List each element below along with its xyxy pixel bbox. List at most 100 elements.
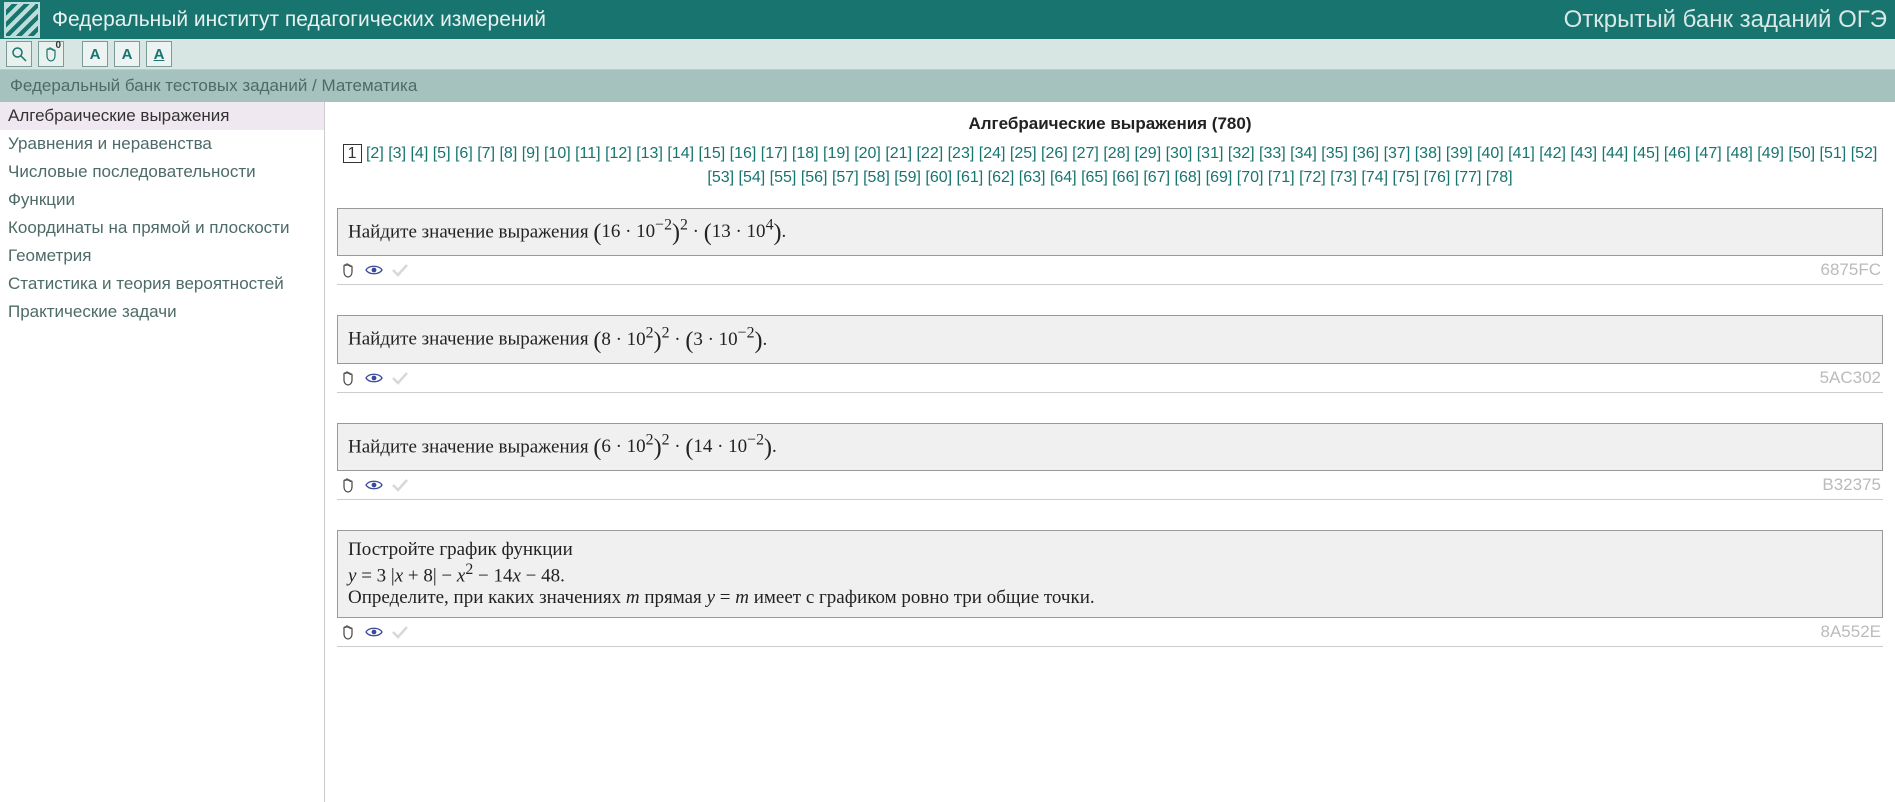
page-link[interactable]: [24] xyxy=(979,145,1006,162)
page-link[interactable]: [7] xyxy=(477,145,495,162)
page-link[interactable]: [62] xyxy=(988,169,1015,186)
page-link[interactable]: [77] xyxy=(1455,169,1482,186)
page-link[interactable]: [57] xyxy=(832,169,859,186)
page-link[interactable]: [13] xyxy=(636,145,663,162)
sidebar-item[interactable]: Уравнения и неравенства xyxy=(0,130,324,158)
page-link[interactable]: [31] xyxy=(1197,145,1224,162)
mark-task-button[interactable] xyxy=(391,623,409,641)
page-link[interactable]: [69] xyxy=(1206,169,1233,186)
page-link[interactable]: [44] xyxy=(1602,145,1629,162)
page-link[interactable]: [18] xyxy=(792,145,819,162)
view-task-button[interactable] xyxy=(365,369,383,387)
page-link[interactable]: [15] xyxy=(698,145,725,162)
page-link[interactable]: [14] xyxy=(667,145,694,162)
select-task-button[interactable] xyxy=(339,476,357,494)
page-link[interactable]: [68] xyxy=(1175,169,1202,186)
page-link[interactable]: [74] xyxy=(1361,169,1388,186)
page-link[interactable]: [34] xyxy=(1290,145,1317,162)
page-link[interactable]: [58] xyxy=(863,169,890,186)
page-link[interactable]: [36] xyxy=(1352,145,1379,162)
page-link[interactable]: [45] xyxy=(1633,145,1660,162)
page-link[interactable]: [67] xyxy=(1143,169,1170,186)
page-link[interactable]: [37] xyxy=(1384,145,1411,162)
page-link[interactable]: [70] xyxy=(1237,169,1264,186)
page-link[interactable]: [63] xyxy=(1019,169,1046,186)
page-link[interactable]: [19] xyxy=(823,145,850,162)
page-link[interactable]: [42] xyxy=(1539,145,1566,162)
page-link[interactable]: [73] xyxy=(1330,169,1357,186)
page-link[interactable]: [75] xyxy=(1392,169,1419,186)
select-task-button[interactable] xyxy=(339,369,357,387)
page-link[interactable]: [76] xyxy=(1424,169,1451,186)
sidebar-item[interactable]: Алгебраические выражения xyxy=(0,102,324,130)
page-link[interactable]: [16] xyxy=(730,145,757,162)
sidebar-item[interactable]: Геометрия xyxy=(0,242,324,270)
page-link[interactable]: [50] xyxy=(1788,145,1815,162)
view-task-button[interactable] xyxy=(365,261,383,279)
page-link[interactable]: [4] xyxy=(410,145,428,162)
page-link[interactable]: [55] xyxy=(770,169,797,186)
page-link[interactable]: [48] xyxy=(1726,145,1753,162)
page-link[interactable]: [47] xyxy=(1695,145,1722,162)
page-link[interactable]: [51] xyxy=(1820,145,1847,162)
page-link[interactable]: [26] xyxy=(1041,145,1068,162)
page-link[interactable]: [29] xyxy=(1134,145,1161,162)
page-link[interactable]: [56] xyxy=(801,169,828,186)
page-link[interactable]: [27] xyxy=(1072,145,1099,162)
page-link[interactable]: [23] xyxy=(948,145,975,162)
search-button[interactable] xyxy=(6,41,32,67)
page-link[interactable]: [2] xyxy=(366,145,384,162)
page-link[interactable]: [61] xyxy=(957,169,984,186)
page-link[interactable]: [46] xyxy=(1664,145,1691,162)
page-link[interactable]: [60] xyxy=(925,169,952,186)
page-link[interactable]: [49] xyxy=(1757,145,1784,162)
mark-task-button[interactable] xyxy=(391,369,409,387)
sidebar-item[interactable]: Числовые последовательности xyxy=(0,158,324,186)
page-link[interactable]: [32] xyxy=(1228,145,1255,162)
sidebar-item[interactable]: Функции xyxy=(0,186,324,214)
page-link[interactable]: [59] xyxy=(894,169,921,186)
page-link[interactable]: [3] xyxy=(388,145,406,162)
page-link[interactable]: [28] xyxy=(1103,145,1130,162)
page-link[interactable]: [30] xyxy=(1166,145,1193,162)
page-link[interactable]: [9] xyxy=(522,145,540,162)
page-link[interactable]: [40] xyxy=(1477,145,1504,162)
mark-task-button[interactable] xyxy=(391,261,409,279)
page-link[interactable]: [66] xyxy=(1112,169,1139,186)
page-link[interactable]: [5] xyxy=(433,145,451,162)
selection-button[interactable]: 0 xyxy=(38,41,64,67)
page-link[interactable]: [35] xyxy=(1321,145,1348,162)
page-link[interactable]: [52] xyxy=(1851,145,1878,162)
sidebar-item[interactable]: Координаты на прямой и плоскости xyxy=(0,214,324,242)
page-link[interactable]: [20] xyxy=(854,145,881,162)
sidebar-item[interactable]: Практические задачи xyxy=(0,298,324,326)
page-link[interactable]: [11] xyxy=(575,145,601,162)
page-link[interactable]: [43] xyxy=(1570,145,1597,162)
font-size-large-button[interactable]: A xyxy=(146,41,172,67)
page-link[interactable]: [12] xyxy=(605,145,632,162)
page-link[interactable]: [53] xyxy=(707,169,734,186)
page-link[interactable]: [71] xyxy=(1268,169,1295,186)
page-link[interactable]: [41] xyxy=(1508,145,1535,162)
page-link[interactable]: [33] xyxy=(1259,145,1286,162)
view-task-button[interactable] xyxy=(365,476,383,494)
select-task-button[interactable] xyxy=(339,623,357,641)
page-link[interactable]: [38] xyxy=(1415,145,1442,162)
page-link[interactable]: [21] xyxy=(885,145,912,162)
page-link[interactable]: [72] xyxy=(1299,169,1326,186)
font-size-small-button[interactable]: A xyxy=(82,41,108,67)
mark-task-button[interactable] xyxy=(391,476,409,494)
page-link[interactable]: [22] xyxy=(916,145,943,162)
page-link[interactable]: [54] xyxy=(739,169,766,186)
font-size-medium-button[interactable]: A xyxy=(114,41,140,67)
sidebar-item[interactable]: Статистика и теория вероятностей xyxy=(0,270,324,298)
page-link[interactable]: [78] xyxy=(1486,169,1513,186)
page-link[interactable]: [64] xyxy=(1050,169,1077,186)
page-link[interactable]: [17] xyxy=(761,145,788,162)
page-link[interactable]: [10] xyxy=(544,145,571,162)
page-link[interactable]: [25] xyxy=(1010,145,1037,162)
page-link[interactable]: [8] xyxy=(499,145,517,162)
view-task-button[interactable] xyxy=(365,623,383,641)
page-link[interactable]: [6] xyxy=(455,145,473,162)
select-task-button[interactable] xyxy=(339,261,357,279)
